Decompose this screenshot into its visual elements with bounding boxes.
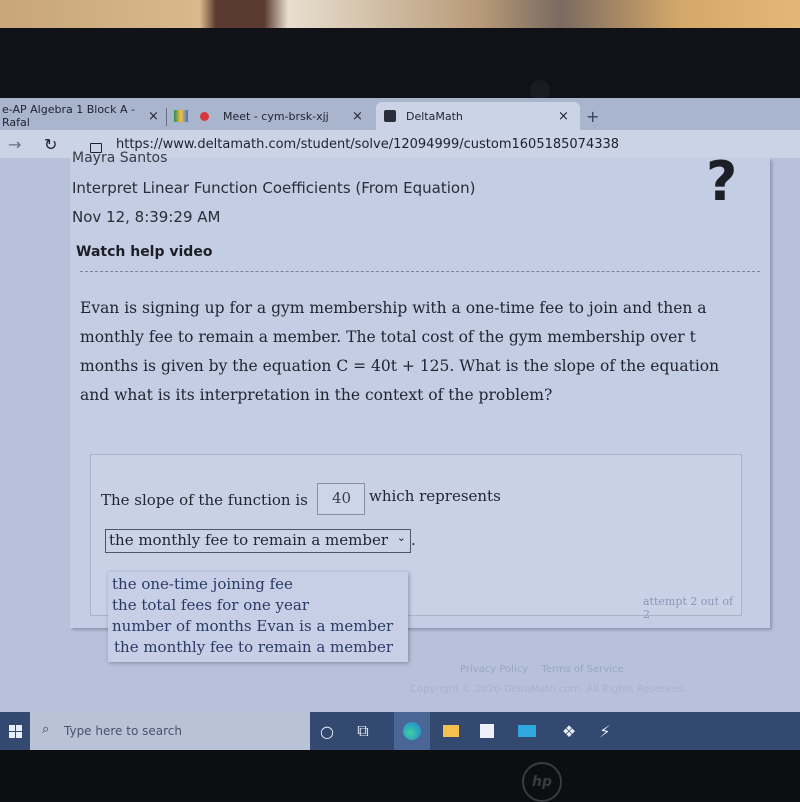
slope-input-value: 40 (332, 489, 352, 507)
url-input[interactable]: https://www.deltamath.com/student/solve/… (116, 137, 619, 152)
page-content: Mayra Santos Interpret Linear Function C… (0, 150, 800, 718)
divider (80, 271, 760, 272)
period: . (411, 531, 416, 549)
student-name: Mayra Santos (72, 150, 168, 166)
store-icon[interactable] (476, 720, 498, 742)
close-icon[interactable]: × (558, 109, 569, 124)
privacy-policy-link[interactable]: Privacy Policy (460, 664, 528, 675)
mail-icon[interactable] (516, 720, 538, 742)
tab-label: e-AP Algebra 1 Block A - Rafal (2, 103, 135, 129)
file-explorer-icon[interactable] (440, 720, 462, 742)
tab-label: Meet - cym-brsk-xjj (223, 109, 329, 123)
slope-input[interactable]: 40 (317, 483, 365, 515)
start-button[interactable] (0, 712, 30, 750)
problem-line: Evan is signing up for a gym membership … (80, 299, 707, 317)
background-wall (0, 0, 800, 30)
new-tab-button[interactable]: + (586, 102, 606, 130)
interpretation-select[interactable]: the monthly fee to remain a member ⌄ (105, 529, 411, 553)
dropdown-option[interactable]: the one-time joining fee (112, 575, 293, 593)
windows-icon (8, 724, 22, 738)
task-view-icon[interactable]: ⧉ (352, 720, 374, 742)
slope-prompt: The slope of the function is (101, 491, 308, 509)
tab-deltamath[interactable]: DeltaMath × (376, 102, 580, 130)
help-question-icon[interactable]: ? (706, 150, 737, 213)
webcam (530, 80, 550, 100)
laptop-bezel (0, 28, 800, 100)
cortana-icon[interactable]: ○ (316, 720, 338, 742)
laptop-body (0, 750, 800, 800)
tab-bar: e-AP Algebra 1 Block A - Rafal × Meet - … (0, 98, 800, 130)
problem-text: Evan is signing up for a gym membership … (80, 294, 719, 410)
dropdown-option[interactable]: number of months Evan is a member (112, 617, 393, 635)
terms-of-service-link[interactable]: Terms of Service (541, 664, 623, 675)
represents-label: which represents (369, 487, 501, 505)
hp-logo: hp (522, 762, 562, 802)
meet-icon (174, 110, 188, 122)
tab-meet[interactable]: Meet - cym-brsk-xjj × (170, 102, 370, 130)
copyright: Copyright © 2020 DeltaMath.com. All Righ… (410, 684, 687, 695)
tab-label: DeltaMath (406, 109, 463, 123)
close-icon[interactable]: × (148, 109, 159, 124)
select-value: the monthly fee to remain a member (109, 531, 389, 549)
chevron-down-icon: ⌄ (396, 531, 406, 544)
taskbar-apps: ○ ⧉ ❖ ⚡ (310, 712, 800, 750)
windows-taskbar: ⌕ Type here to search ○ ⧉ ❖ ⚡ (0, 712, 800, 750)
recording-icon (200, 111, 209, 121)
dropbox-icon[interactable]: ❖ (558, 720, 580, 742)
screen: e-AP Algebra 1 Block A - Rafal × Meet - … (0, 98, 800, 748)
problem-line: months is given by the equation C = 40t … (80, 357, 720, 375)
dropdown-option-selected[interactable]: the monthly fee to remain a member (114, 638, 393, 656)
taskbar-search-input[interactable]: Type here to search (64, 724, 182, 738)
assignment-title: Interpret Linear Function Coefficients (… (72, 179, 476, 197)
problem-line: monthly fee to remain a member. The tota… (80, 328, 696, 346)
tab-algebra[interactable]: e-AP Algebra 1 Block A - Rafal × (0, 102, 165, 130)
deltamath-favicon (384, 110, 396, 122)
search-icon: ⌕ (42, 722, 50, 737)
forward-icon[interactable]: → (8, 135, 21, 154)
tab-separator (166, 108, 167, 126)
footer-links: Privacy Policy Terms of Service (460, 664, 624, 675)
timestamp: Nov 12, 8:39:29 AM (72, 208, 221, 226)
interpretation-dropdown: the one-time joining fee the total fees … (108, 572, 408, 662)
close-icon[interactable]: × (352, 109, 363, 124)
watch-help-video-link[interactable]: Watch help video (76, 244, 212, 260)
edge-icon[interactable] (394, 712, 430, 750)
attempt-counter: attempt 2 out of 2 (643, 595, 734, 621)
problem-line: and what is its interpretation in the co… (80, 386, 553, 404)
refresh-icon[interactable]: ↻ (44, 135, 57, 154)
dropdown-option[interactable]: the total fees for one year (112, 596, 309, 614)
power-automate-icon[interactable]: ⚡ (594, 720, 616, 742)
